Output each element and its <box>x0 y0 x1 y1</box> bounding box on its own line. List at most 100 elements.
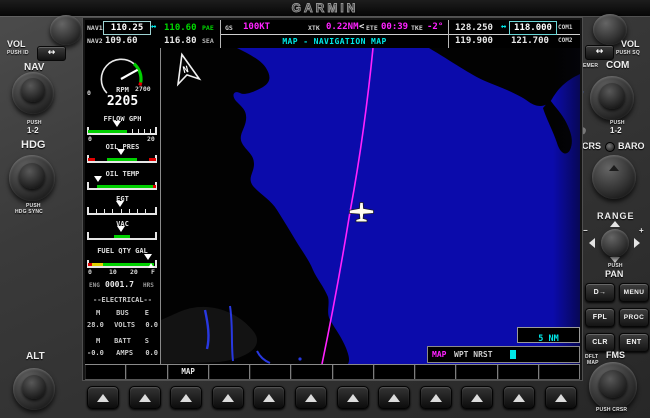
lake-dot <box>298 357 301 360</box>
nav2-station-id: SEA <box>202 37 214 45</box>
softkey-label-2 <box>126 365 167 379</box>
range-label: RANGE <box>597 211 635 221</box>
topbar-divider-right <box>448 20 449 48</box>
emer-label: EMER <box>583 63 598 69</box>
com-knob-label: COM <box>606 60 629 71</box>
softkey-button-3[interactable] <box>170 386 202 409</box>
nav-volume-knob[interactable] <box>50 15 82 45</box>
softkey-button-6[interactable] <box>295 386 327 409</box>
softkey-button-2[interactable] <box>129 386 161 409</box>
softkey-button-4[interactable] <box>212 386 244 409</box>
dflt-map-label: MAP <box>587 360 599 366</box>
nav1-station-id: PAE <box>202 24 214 32</box>
fms-knob[interactable] <box>589 362 637 410</box>
softkey-label-8 <box>374 365 415 379</box>
nav2-standby-freq: 109.60 <box>105 36 138 46</box>
menu-button[interactable]: MENU <box>619 283 649 302</box>
softkey-button-1[interactable] <box>87 386 119 409</box>
nav-swap-icon: ↔ <box>151 22 156 32</box>
hdg-sync-label: HDG SYNC <box>15 209 43 215</box>
heading-knob[interactable] <box>9 155 55 201</box>
pan-label: PAN <box>605 269 623 279</box>
garmin-logo: GARMIN <box>0 1 650 15</box>
softkey-label-1 <box>85 365 126 379</box>
fuel-tick-full: F <box>151 268 155 276</box>
push-sq-label: PUSH SQ <box>616 50 640 56</box>
fflow-gauge <box>88 123 156 135</box>
softkey-label-5 <box>250 365 291 379</box>
rpm-value: 2205 <box>85 94 160 109</box>
com2-standby-freq: 119.900 <box>455 36 493 46</box>
crs-knob-icon <box>605 142 615 152</box>
tke-value: -2° <box>427 22 443 32</box>
pan-right-arrow-icon <box>634 238 640 248</box>
nav-tuning-knob[interactable] <box>12 72 54 114</box>
tke-label: TKE <box>411 24 423 32</box>
softkey-label-3: MAP <box>168 365 209 379</box>
softkey-label-12 <box>539 365 580 379</box>
com-frequency-swap-button[interactable]: ↔ <box>585 45 614 60</box>
nav2-label: NAV2 <box>87 37 103 45</box>
softkey-label-10 <box>456 365 497 379</box>
softkey-button-8[interactable] <box>378 386 410 409</box>
batt-row: MBATTS <box>87 337 158 345</box>
page-title: MAP - NAVIGATION MAP <box>221 37 448 46</box>
nav1-label: NAV1 <box>87 24 103 32</box>
softkey-button-12[interactable] <box>545 386 577 409</box>
softkey-button-11[interactable] <box>503 386 535 409</box>
com2-active-freq: 121.700 <box>511 36 549 46</box>
range-pan-joystick[interactable] <box>601 229 629 257</box>
eng-hours-unit: HRS <box>143 282 154 289</box>
alt-label: ALT <box>26 351 45 362</box>
com2-label: COM2 <box>558 37 572 44</box>
fpl-button[interactable]: FPL <box>585 308 615 327</box>
screen-edge-shade <box>553 48 580 364</box>
altitude-knob[interactable] <box>13 368 55 410</box>
push-crsr-label: PUSH CRSR <box>596 407 627 413</box>
ete-value: 00:39 <box>381 22 408 32</box>
proc-button[interactable]: PROC <box>619 308 649 327</box>
softkey-label-6 <box>291 365 332 379</box>
fuel-tick-10: 10 <box>109 268 117 276</box>
com1-label: COM1 <box>558 24 572 31</box>
com-tuning-knob[interactable] <box>590 76 634 120</box>
softkey-button-10[interactable] <box>461 386 493 409</box>
softkey-button-7[interactable] <box>337 386 369 409</box>
nav1-active-freq: 110.60 <box>164 23 197 33</box>
nav2-active-freq: 116.80 <box>164 36 197 46</box>
electrical-title: --ELECTRICAL-- <box>85 296 160 304</box>
nav-frequency-swap-button[interactable]: ↔ <box>37 46 66 61</box>
volts-row: 28.0VOLTS0.0 <box>87 321 158 329</box>
bus-row: MBUSE <box>87 309 158 317</box>
fms-label: FMS <box>606 350 625 360</box>
range-plus-label: + <box>639 226 644 235</box>
xtk-value: 0.22NM <box>326 22 359 32</box>
nav-push-12-label: 1-2 <box>27 126 39 135</box>
crs-baro-knob[interactable] <box>592 155 636 199</box>
page-group-cursor <box>510 350 516 359</box>
rpm-label: RPM <box>85 86 160 94</box>
vol-label-left: VOL <box>7 39 26 49</box>
eis-panel: 0 2700 RPM 2205 FFLOW GPH 0 20 OIL PRES <box>85 48 160 364</box>
nav1-standby-freq: 110.25 <box>103 21 151 35</box>
page-group-active: MAP <box>432 350 446 359</box>
vol-label-right: VOL <box>621 39 640 49</box>
xtk-label: XTK <box>308 24 320 32</box>
com1-active-freq: 118.000 <box>509 21 557 35</box>
direct-to-button[interactable]: D→ <box>585 283 615 302</box>
page-group-rest: WPT NRST <box>454 350 493 359</box>
gs-value: 100KT <box>243 22 270 32</box>
map-scale-value: 5 NM <box>538 334 558 344</box>
vac-gauge <box>88 228 156 240</box>
softkey-button-9[interactable] <box>420 386 452 409</box>
softkey-button-5[interactable] <box>253 386 285 409</box>
softkey-label-4 <box>209 365 250 379</box>
eng-hours-value: 0001.7 <box>105 280 134 289</box>
egt-gauge <box>88 203 156 215</box>
baro-label: BARO <box>618 141 645 151</box>
device-bezel: GARMIN VOL PUSH ID ↔ NAV PUSH 1-2 HDG PU… <box>0 0 650 418</box>
navigation-map: N <box>161 48 580 364</box>
oil-temp-gauge <box>88 178 156 190</box>
ete-label: ETE <box>366 24 378 32</box>
crs-label: CRS <box>582 141 601 151</box>
